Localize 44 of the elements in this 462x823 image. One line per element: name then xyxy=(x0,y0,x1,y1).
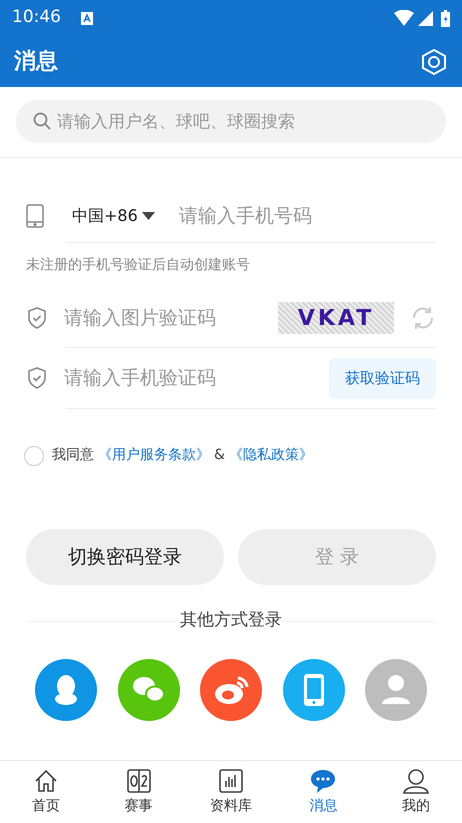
battery-icon xyxy=(441,10,450,26)
tab-bar-item[interactable]: 资料库 xyxy=(184,761,278,823)
country-code-dropdown[interactable]: 中国+86 xyxy=(72,204,155,228)
tab-bar-item[interactable]: 消息 xyxy=(277,761,370,823)
phone-number-field[interactable]: 请输入手机号码 xyxy=(178,202,436,230)
phone-icon xyxy=(282,659,344,721)
get-code-button[interactable]: 获取验证码 xyxy=(329,358,436,398)
guest-login-button[interactable] xyxy=(365,659,427,721)
image-code-field[interactable]: 请输入图片验证码 xyxy=(64,304,254,332)
guest-icon xyxy=(365,659,427,721)
settings-icon xyxy=(421,48,447,76)
signal-icon xyxy=(418,10,433,26)
chat-bubble-icon xyxy=(309,768,338,794)
notification-icon xyxy=(81,12,93,24)
tab-bar-item[interactable]: 我的 xyxy=(370,761,462,823)
dropdown-caret-icon xyxy=(142,212,155,220)
privacy-link[interactable]: 《隐私政策》 xyxy=(228,445,313,466)
home-icon xyxy=(33,768,60,794)
settings-button[interactable] xyxy=(420,48,448,76)
scoreboard-icon xyxy=(126,768,152,794)
bar-chart-icon xyxy=(218,768,244,794)
captcha-image[interactable]: VKAT xyxy=(278,302,394,334)
page-title: 消息 xyxy=(14,48,58,76)
refresh-button[interactable] xyxy=(410,305,436,331)
other-login-title: 其他方式登录 xyxy=(179,609,283,632)
refresh-icon xyxy=(410,305,436,331)
agree-checkbox[interactable] xyxy=(24,446,44,466)
phone-login-button[interactable] xyxy=(282,659,344,721)
terms-link[interactable]: 《用户服务条款》 xyxy=(98,445,210,466)
search-icon xyxy=(33,112,51,130)
ampersand: & xyxy=(214,446,225,465)
shield-check-icon xyxy=(26,366,48,390)
user-icon xyxy=(402,768,430,794)
register-hint: 未注册的手机号验证后自动创建账号 xyxy=(26,256,251,275)
shield-check-icon xyxy=(26,306,48,330)
sms-code-field[interactable]: 请输入手机验证码 xyxy=(64,364,313,392)
switch-password-login-button[interactable]: 切换密码登录 xyxy=(26,529,224,585)
mobile-phone-icon xyxy=(26,204,44,228)
search-field[interactable]: 请输入用户名、球吧、球圈搜索 xyxy=(16,100,446,143)
wifi-icon xyxy=(394,10,414,26)
tab-bar-item[interactable]: 首页 xyxy=(0,761,92,823)
clock: 10:46 xyxy=(12,6,61,30)
tab-bar-item[interactable]: 赛事 xyxy=(92,761,185,823)
agree-label: 我同意 xyxy=(52,446,94,465)
